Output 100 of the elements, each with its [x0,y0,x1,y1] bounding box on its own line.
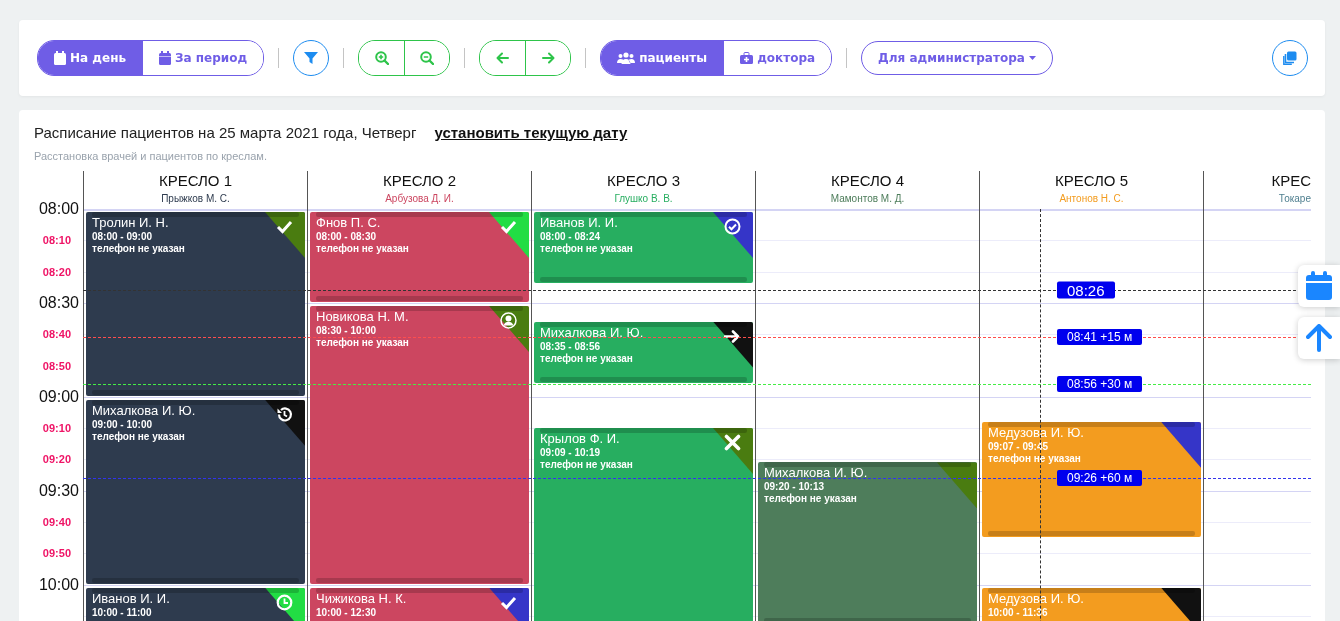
time-label: 08:00 [38,200,79,218]
schedule-subtitle: Расстановка врачей и пациентов по креслам. [34,150,268,162]
patient-name: Новикова Н. М. [316,308,410,324]
phone-note: телефон не указан [316,336,410,348]
appointment-time: 08:35 - 08:56 [540,340,602,352]
appointment-card[interactable]: Михалкова И. Ю. 09:00 - 10:00 телефон не указан [86,399,305,584]
filter-button[interactable] [293,40,330,76]
time-offset-badge: 09:26 +60 м [1057,470,1143,487]
time-label: 09:30 [38,481,79,500]
appointment-card[interactable]: Михалкова И. Ю. 08:35 - 08:56 телефон не указан [534,321,753,384]
chair-name: КРЕСЛО 5 [1053,172,1130,189]
appointment-card[interactable]: Чижикова Н. К. 10:00 - 12:30 [310,587,529,621]
arrow-left-icon [495,51,510,65]
chair-name: КРЕСЛО 4 [829,172,906,189]
filter-icon [304,51,319,65]
appointment-time: 10:00 - 11:36 [988,606,1049,618]
patient-name: Иванов И. И. [92,590,171,606]
appointment-time: 10:00 - 11:00 [92,606,153,618]
patient-name: Тролин И. Н. [92,215,170,230]
next-day-button[interactable] [525,41,571,75]
doctor-name: Токаре [1277,193,1311,204]
calendar-icon [159,51,172,65]
cross-icon [724,433,741,451]
check-icon [500,218,517,235]
appointment-card[interactable]: Иванов И. И. 10:00 - 11:00 [86,587,305,621]
phone-note: телефон не указан [540,243,634,254]
phone-note: телефон не указан [540,458,634,470]
check-icon [276,218,293,235]
time-label: 09:40 [42,516,71,528]
time-label: 09:20 [42,453,71,466]
patient-name: Крылов Ф. И. [540,430,621,446]
appointment-card[interactable]: Фнов П. С. 08:00 - 08:30 телефон не указан [310,212,529,302]
zoom-out-icon [420,51,435,65]
cards-button[interactable] [1272,40,1308,76]
clock-icon [276,593,293,611]
doctor-name: Прыжков М. С. [160,193,231,204]
patient-name: Фнов П. С. [316,215,382,230]
appointment-card[interactable]: Михалкова И. Ю. 09:20 - 10:13 телефон не указан [758,462,977,621]
time-offset-badge: 08:56 +30 м [1057,376,1143,393]
mode-tab[interactable]: пациенты [601,41,724,75]
doctor-name: Мамонтов М. Д. [829,193,906,204]
phone-note: телефон не указан [92,430,186,442]
patient-name: Михалкова И. Ю. [92,402,197,418]
patient-name: Иванов И. И. [540,215,619,230]
scroll-up-button[interactable] [1298,317,1340,359]
appointment-time: 09:00 - 10:00 [92,418,154,430]
appointment-time: 08:00 - 08:30 [316,231,378,242]
appointment-time: 08:30 - 10:00 [316,324,378,336]
caret-icon [1028,56,1036,60]
appointment-card[interactable]: Тролин И. Н. 08:00 - 09:00 телефон не указан [86,212,305,396]
role-dropdown[interactable]: Для администратора [861,41,1053,75]
appointment-time: 08:00 - 08:24 [540,231,602,242]
appointment-card[interactable]: Иванов И. И. 08:00 - 08:24 телефон не указан [534,212,753,284]
patient-name: Михалкова И. Ю. [540,324,645,340]
view-tab[interactable]: На день [38,41,143,75]
calendar-button[interactable] [1298,265,1340,307]
zoom-in-icon [374,51,389,65]
time-label: 09:00 [38,387,79,406]
chair-name: КРЕС [1270,172,1311,189]
current-time-badge: 08:26 [1057,281,1115,299]
user-circle-icon [500,311,517,329]
time-label: 08:20 [42,265,71,278]
mode-tab[interactable]: доктора [723,41,832,75]
appointment-time: 10:00 - 12:30 [316,606,378,618]
doctor-name: Арбузова Д. И. [384,193,455,204]
appointment-time: 08:00 - 09:00 [92,231,154,242]
patient-name: Михалкова И. Ю. [764,465,869,481]
time-label: 08:30 [38,293,79,312]
time-offset-badge: 08:41 +15 м [1057,329,1143,346]
chair-name: КРЕСЛО 1 [157,172,234,189]
set-today-link[interactable]: установить текущую дату [434,124,628,141]
view-tab[interactable]: За период [142,41,264,75]
patient-name: Медузова И. Ю. [988,424,1085,440]
calendar-icon [54,51,66,65]
time-label: 08:40 [42,328,71,341]
phone-note: телефон не указан [764,493,858,505]
appointment-time: 09:20 - 10:13 [764,481,826,493]
schedule-title: Расписание пациентов на 25 марта 2021 года, Четверг [34,124,417,141]
time-label: 10:00 [38,575,79,594]
time-label: 09:10 [42,422,71,435]
medical-kit-icon [740,52,754,64]
chair-name: КРЕСЛО 2 [381,172,458,189]
appointment-time: 09:07 - 09:45 [988,440,1050,452]
cards-icon [1283,51,1297,65]
phone-note: телефон не указан [92,243,186,254]
appointment-card[interactable]: Новикова Н. М. 08:30 - 10:00 телефон не указан [310,305,529,584]
zoom-out-button[interactable] [404,41,450,75]
phone-note: телефон не указан [988,452,1082,464]
arrow-right-icon [724,327,741,345]
time-label: 08:50 [42,359,71,372]
appointment-card[interactable]: Крылов Ф. И. 09:09 - 10:19 телефон не указан [534,427,753,621]
patient-name: Медузова И. Ю. [988,590,1085,606]
history-icon [276,405,293,423]
users-icon [617,52,636,64]
patient-name: Чижикова Н. К. [316,590,408,606]
arrow-right-icon [541,51,556,65]
time-label: 09:50 [42,547,71,560]
phone-note: телефон не указан [540,352,634,364]
appointment-time: 09:09 - 10:19 [540,446,602,458]
check-circle-icon [724,218,741,235]
